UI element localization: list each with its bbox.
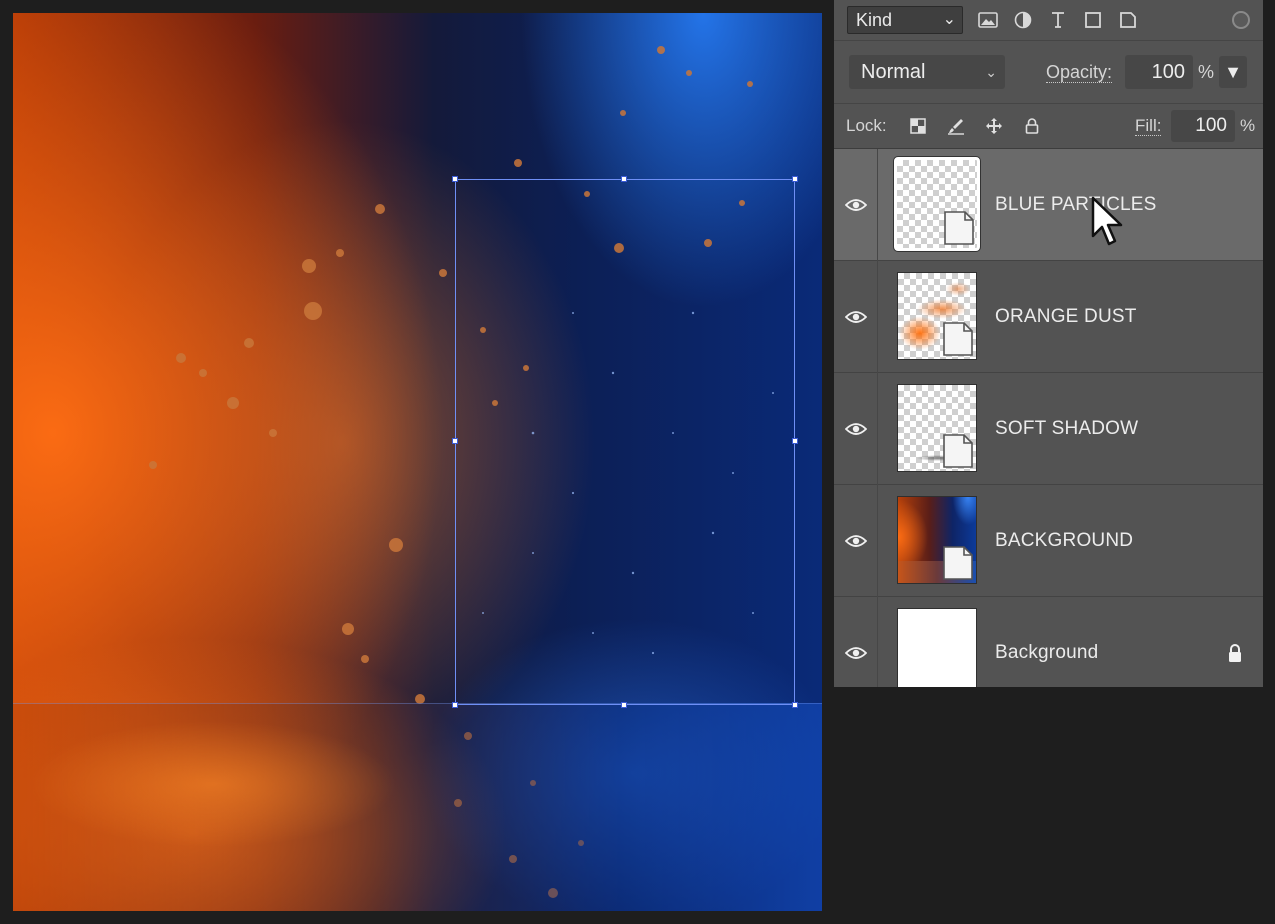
opacity-label[interactable]: Opacity: <box>1046 62 1113 83</box>
lock-position-move-icon[interactable] <box>982 114 1006 138</box>
image-filter-icon[interactable] <box>976 8 1000 32</box>
layer-thumbnail[interactable] <box>897 608 977 687</box>
layer-row-blue-particles[interactable]: BLUE PARTICLES <box>834 149 1263 261</box>
transform-handle-bottom-left[interactable] <box>452 702 458 708</box>
filter-kind-label: Kind <box>856 10 893 30</box>
shape-filter-icon[interactable] <box>1081 8 1105 32</box>
layer-name[interactable]: BLUE PARTICLES <box>995 149 1157 261</box>
blend-mode-select[interactable]: Normal ⌄ <box>849 55 1005 89</box>
fill-label[interactable]: Fill: <box>1135 116 1162 136</box>
document-canvas[interactable] <box>13 13 822 911</box>
layer-list: BLUE PARTICLES ORANGE DUST SOFT SHADOW B… <box>834 149 1263 687</box>
layers-panel: Kind ⌄ Normal ⌄ Opacity: 100 % ▼ Lock: F… <box>834 0 1263 687</box>
layer-thumbnail[interactable] <box>894 157 980 251</box>
smart-object-badge-icon <box>943 546 973 580</box>
adjustment-filter-icon[interactable] <box>1011 8 1035 32</box>
smart-object-badge-icon <box>943 434 973 468</box>
lock-fill-bar: Lock: Fill: 100 % <box>834 104 1263 149</box>
fill-percent-sign: % <box>1240 116 1256 135</box>
filter-toggle-icon[interactable] <box>1232 11 1250 29</box>
mouse-pointer-icon <box>1091 196 1123 246</box>
layer-visibility-toggle[interactable] <box>834 597 878 687</box>
layer-visibility-toggle[interactable] <box>834 149 878 261</box>
transform-handle-top-right[interactable] <box>792 176 798 182</box>
layer-name[interactable]: BACKGROUND <box>995 485 1133 597</box>
chevron-down-icon: ⌄ <box>942 11 956 28</box>
opacity-slider-toggle[interactable]: ▼ <box>1219 56 1247 88</box>
layer-row-orange-dust[interactable]: ORANGE DUST <box>834 261 1263 373</box>
layer-name[interactable]: ORANGE DUST <box>995 261 1137 373</box>
layer-row-background-locked[interactable]: Background <box>834 597 1263 687</box>
opacity-input[interactable]: 100 <box>1125 55 1193 89</box>
layer-thumbnail[interactable] <box>897 384 977 472</box>
layer-name[interactable]: SOFT SHADOW <box>995 373 1138 485</box>
transform-handle-middle-right[interactable] <box>792 438 798 444</box>
layer-thumbnail[interactable] <box>897 272 977 360</box>
lock-transparency-icon[interactable] <box>906 114 930 138</box>
layer-visibility-toggle[interactable] <box>834 485 878 597</box>
eye-icon <box>844 423 867 435</box>
smart-object-filter-icon[interactable] <box>1116 8 1140 32</box>
layer-name[interactable]: Background <box>995 597 1098 687</box>
eye-icon <box>844 199 867 211</box>
lock-label: Lock: <box>846 116 887 135</box>
smart-object-badge-icon <box>943 322 973 356</box>
smart-object-badge-icon <box>944 211 974 245</box>
layer-visibility-toggle[interactable] <box>834 373 878 485</box>
lock-pixels-brush-icon[interactable] <box>944 114 968 138</box>
triangle-down-icon: ▼ <box>1224 62 1242 82</box>
transform-handle-bottom-right[interactable] <box>792 702 798 708</box>
transform-bounding-box[interactable] <box>452 176 798 708</box>
fill-input[interactable]: 100 <box>1171 110 1235 142</box>
transform-handle-bottom-middle[interactable] <box>621 702 627 708</box>
blend-mode-label: Normal <box>861 61 926 83</box>
eye-icon <box>844 535 867 547</box>
layer-filter-bar: Kind ⌄ <box>834 0 1263 41</box>
eye-icon <box>844 311 867 323</box>
lock-icon[interactable] <box>1227 643 1243 663</box>
layer-visibility-toggle[interactable] <box>834 261 878 373</box>
transform-handle-middle-left[interactable] <box>452 438 458 444</box>
floor-reflection <box>13 703 822 911</box>
blend-opacity-bar: Normal ⌄ Opacity: 100 % ▼ <box>834 41 1263 104</box>
chevron-down-icon: ⌄ <box>985 64 997 80</box>
transform-handle-top-left[interactable] <box>452 176 458 182</box>
eye-icon <box>844 647 867 659</box>
layer-row-background-art[interactable]: BACKGROUND <box>834 485 1263 597</box>
transform-handle-top-middle[interactable] <box>621 176 627 182</box>
lock-all-icon[interactable] <box>1020 114 1044 138</box>
opacity-percent-sign: % <box>1198 62 1215 82</box>
type-filter-icon[interactable] <box>1046 8 1070 32</box>
layer-thumbnail[interactable] <box>897 496 977 584</box>
layer-row-soft-shadow[interactable]: SOFT SHADOW <box>834 373 1263 485</box>
filter-kind-select[interactable]: Kind ⌄ <box>847 6 963 34</box>
